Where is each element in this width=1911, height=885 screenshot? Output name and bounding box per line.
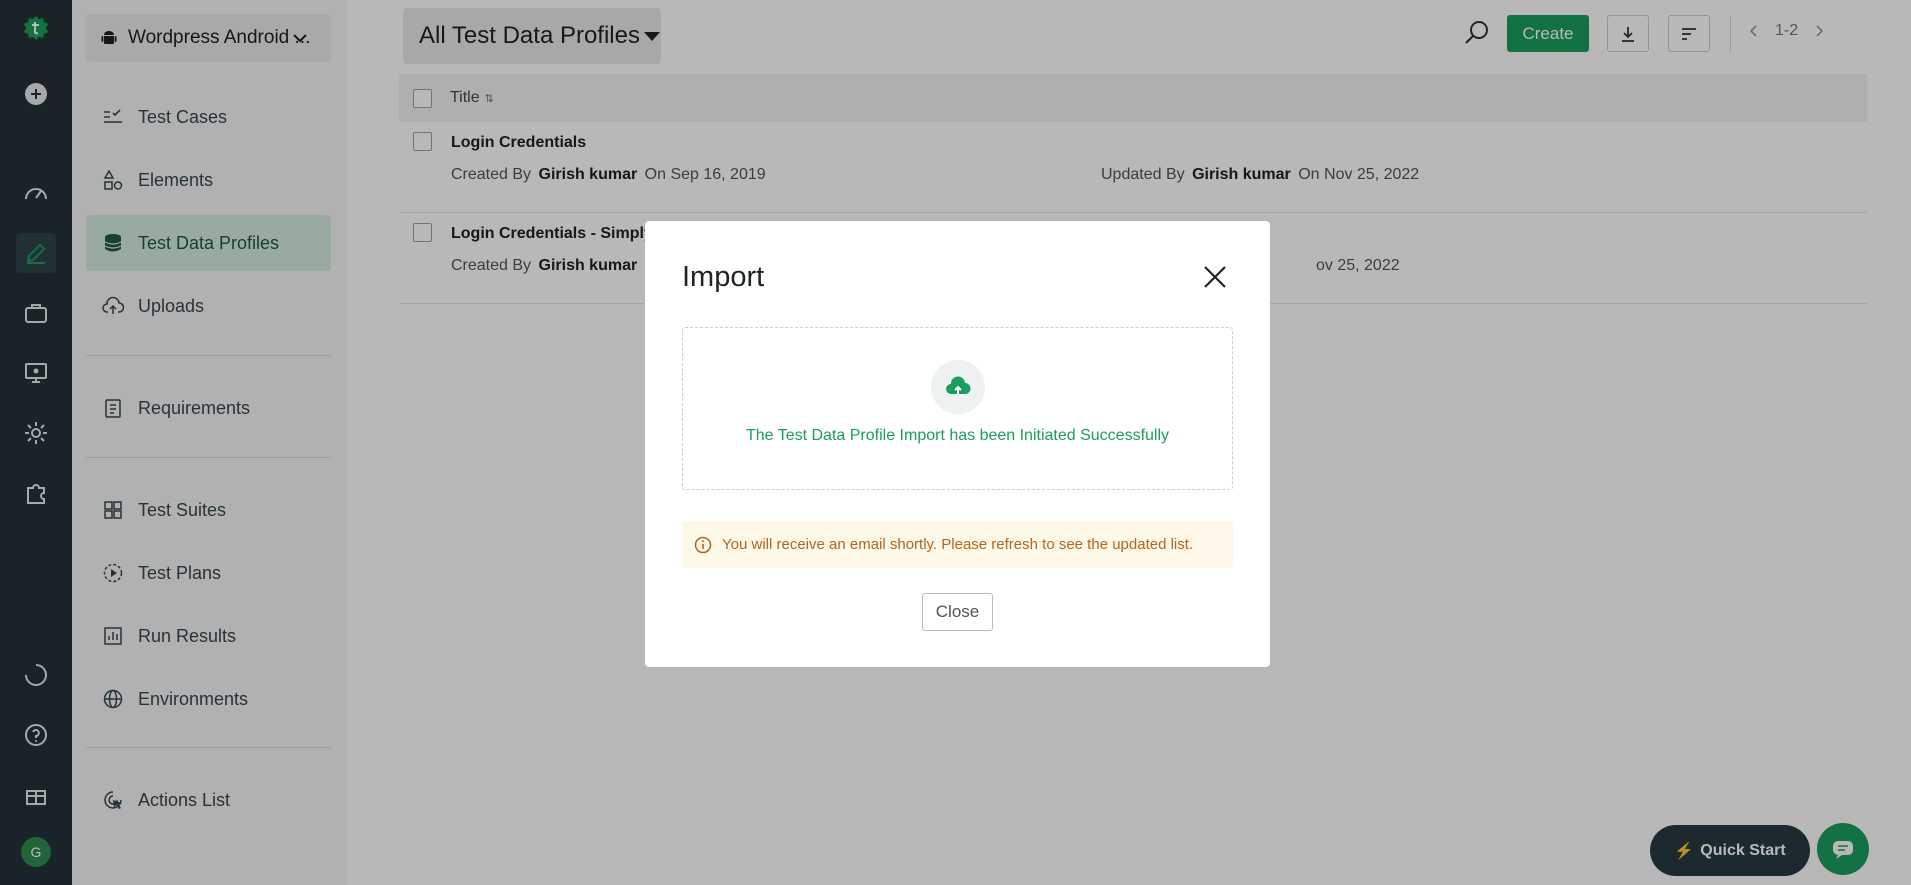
import-modal: Import The Test Data Profile Import has … — [645, 221, 1270, 667]
info-message: You will receive an email shortly. Pleas… — [722, 536, 1194, 553]
modal-title: Import — [682, 261, 765, 293]
info-banner: You will receive an email shortly. Pleas… — [682, 521, 1233, 568]
info-circle-icon — [694, 536, 712, 553]
cloud-upload-icon — [946, 376, 971, 395]
close-button[interactable]: Close — [922, 593, 993, 631]
close-icon[interactable] — [1201, 263, 1229, 291]
upload-icon-circle — [931, 360, 985, 414]
upload-dropzone[interactable]: The Test Data Profile Import has been In… — [682, 327, 1233, 490]
import-success-message: The Test Data Profile Import has been In… — [745, 427, 1170, 444]
